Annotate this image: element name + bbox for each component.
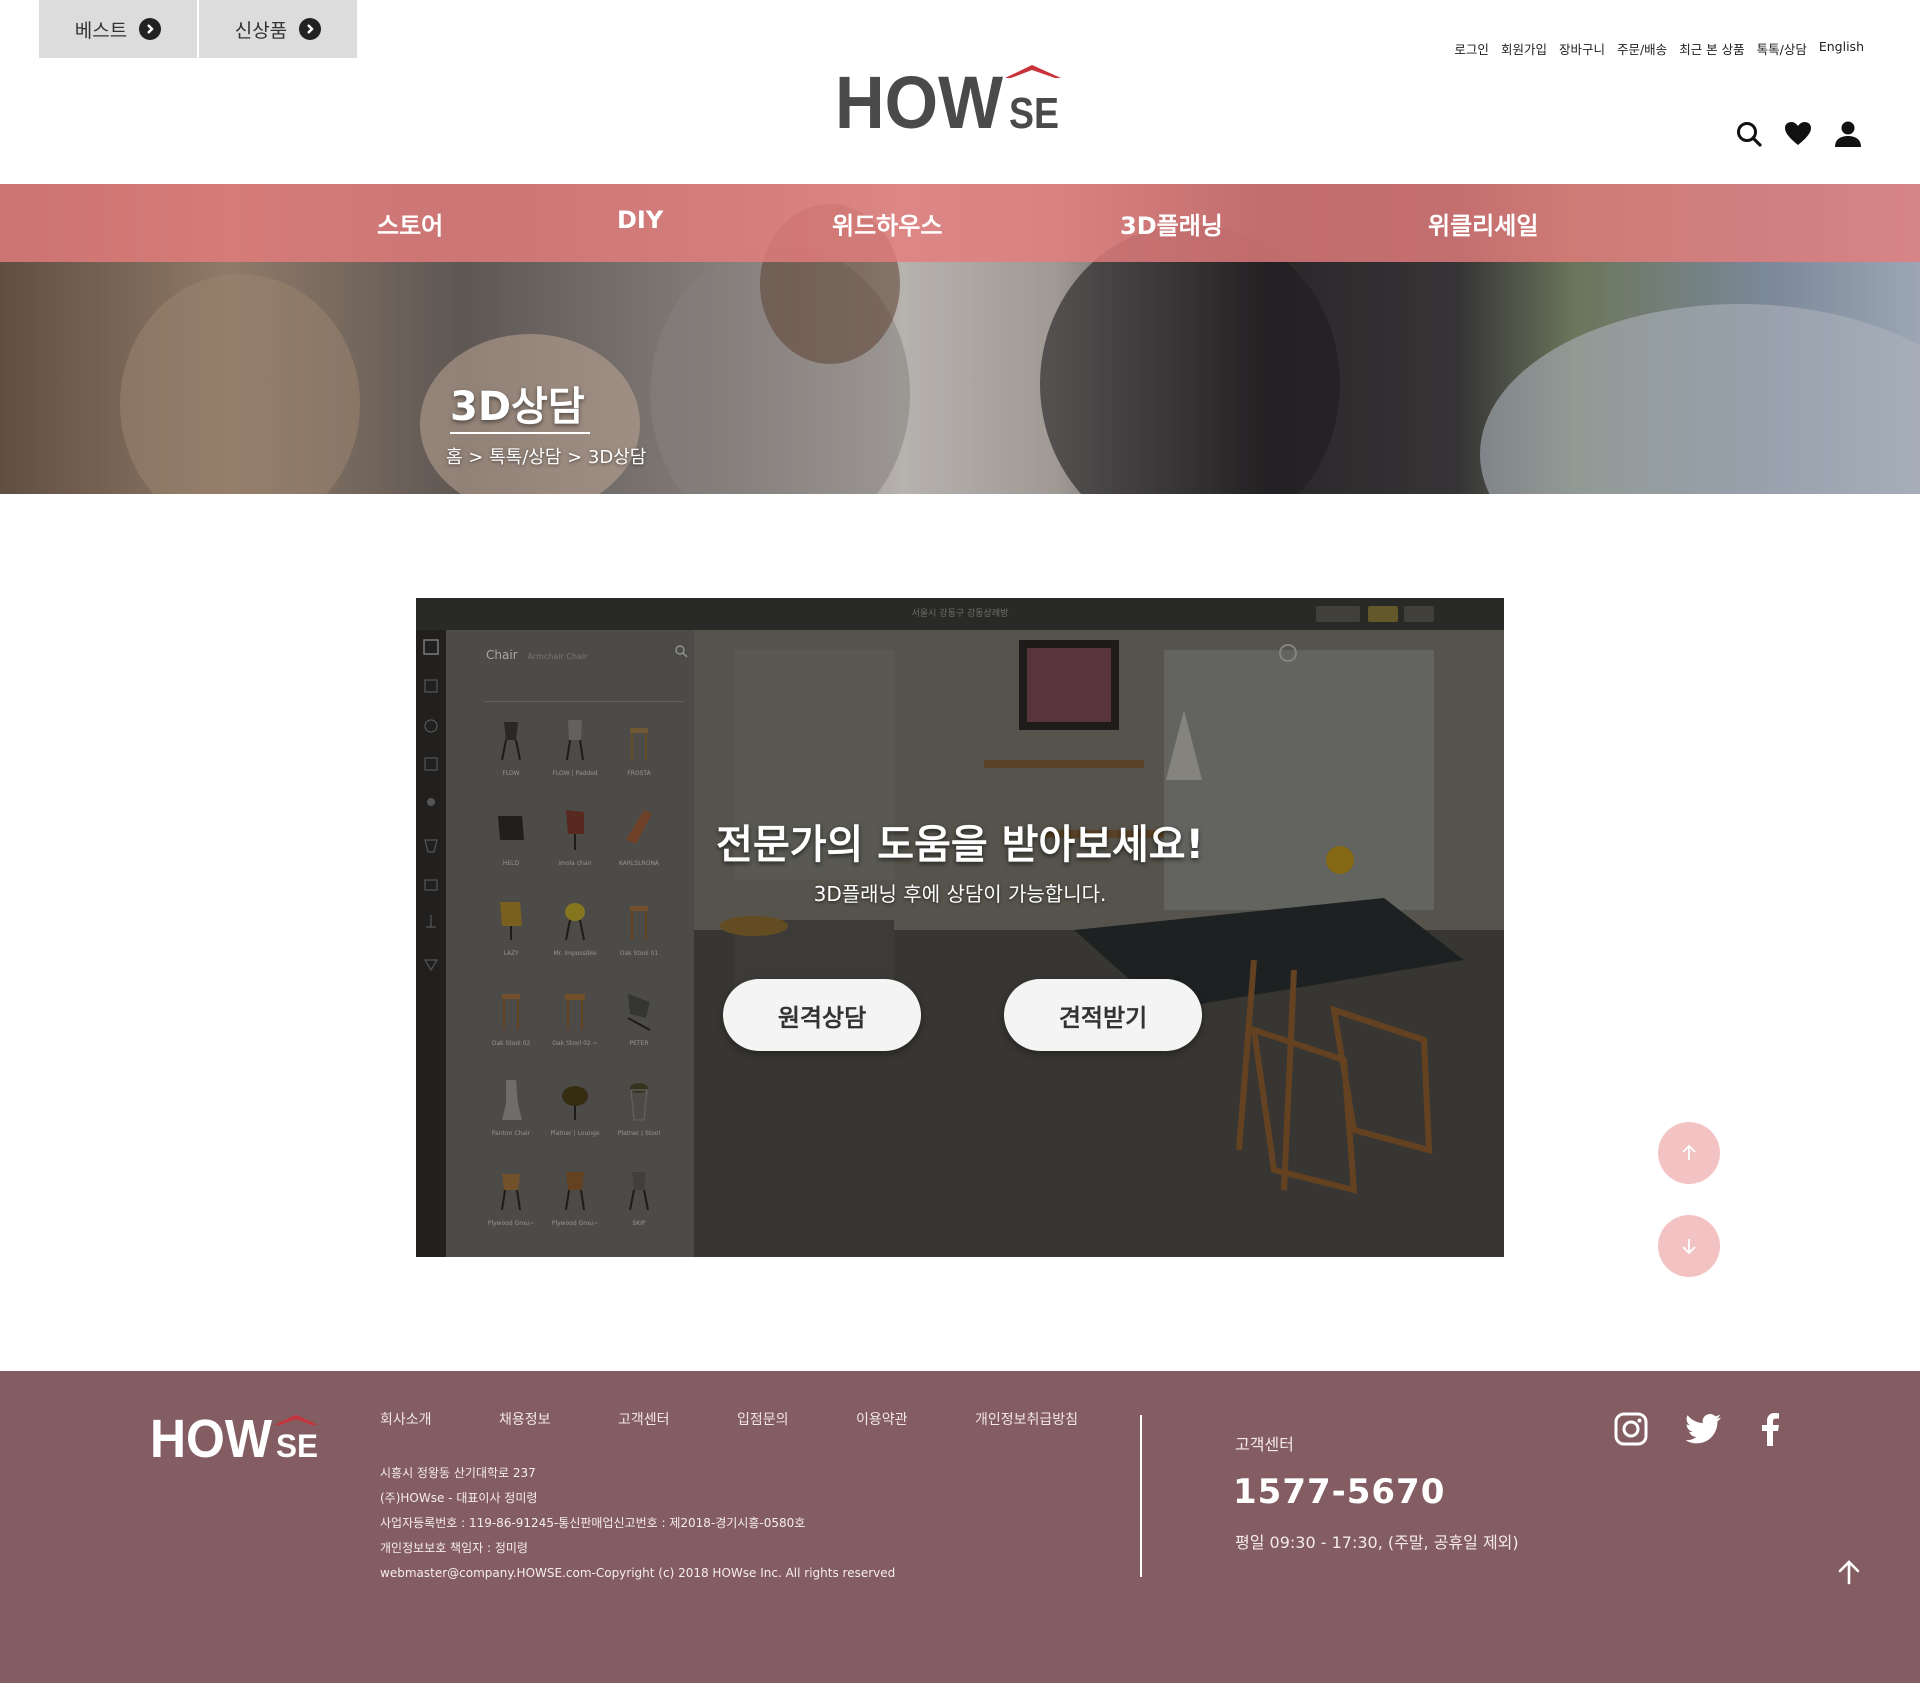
company-info: 시흥시 정왕동 산기대학로 237 (주)HOWse - 대표이사 정미령 사업… — [380, 1461, 895, 1586]
svg-text:HOW: HOW — [835, 61, 1003, 135]
back-to-top-button[interactable] — [1832, 1555, 1866, 1589]
chevron-right-icon — [299, 18, 322, 40]
nav-item-weekly-sale[interactable]: 위클리세일 — [1428, 206, 1538, 241]
copyright: webmaster@company.HOWSE.com-Copyright (c… — [380, 1566, 896, 1580]
footer-logo[interactable]: HOW SE — [150, 1407, 322, 1469]
nav-item-withhouse[interactable]: 위드하우스 — [832, 206, 942, 241]
site-header: 베스트 신상품 HOW SE 로그인 회원가입 장바구니 주문/배송 최근 본 … — [0, 0, 1920, 184]
get-quote-button[interactable]: 견적받기 — [1004, 979, 1202, 1051]
page-title: 3D상담 — [450, 384, 585, 430]
utility-links: 로그인 회원가입 장바구니 주문/배송 최근 본 상품 톡톡/상담 Englis… — [1454, 39, 1864, 58]
customer-center-label: 고객센터 — [1235, 1435, 1294, 1454]
privacy-officer: 개인정보보호 책임자 : 정미령 — [380, 1541, 528, 1555]
quick-tab-best[interactable]: 베스트 — [39, 0, 197, 58]
breadcrumb: 홈 > 톡톡/상담 > 3D상담 — [446, 447, 647, 468]
nav-item-diy[interactable]: DIY — [617, 206, 663, 234]
footer-link-terms[interactable]: 이용약관 — [856, 1409, 975, 1429]
quick-tab-label: 베스트 — [74, 19, 128, 42]
svg-text:SE: SE — [276, 1428, 318, 1461]
quick-tab-label: 신상품 — [234, 19, 288, 42]
page-hero: 스토어 DIY 위드하우스 3D플래닝 위클리세일 3D상담 홈 > 톡톡/상담… — [0, 184, 1920, 494]
svg-text:SE: SE — [1009, 89, 1059, 135]
talk-consult-link[interactable]: 톡톡/상담 — [1757, 39, 1807, 58]
footer-link-company[interactable]: 회사소개 — [380, 1409, 499, 1429]
consult-subtext: 3D플래닝 후에 상담이 가능합니다. — [813, 882, 1107, 906]
scroll-down-button[interactable] — [1658, 1215, 1720, 1277]
login-link[interactable]: 로그인 — [1454, 39, 1489, 58]
arrow-up-icon — [1682, 1144, 1696, 1160]
signup-link[interactable]: 회원가입 — [1501, 39, 1547, 58]
consult-panel: 서울시 강동구 강동상례방 Chair Armchair Chair FLOW — [416, 598, 1504, 1257]
user-icon[interactable] — [1832, 118, 1864, 150]
footer-link-careers[interactable]: 채용정보 — [499, 1409, 618, 1429]
twitter-icon[interactable] — [1686, 1411, 1722, 1447]
panel-dim-overlay — [416, 598, 1504, 1257]
arrow-up-icon — [1838, 1560, 1860, 1585]
arrow-down-icon — [1682, 1239, 1696, 1255]
footer-nav: 회사소개 채용정보 고객센터 입점문의 이용약관 개인정보취급방침 — [380, 1409, 1078, 1429]
customer-center-phone: 1577-5670 — [1233, 1472, 1446, 1512]
site-footer: HOW SE 회사소개 채용정보 고객센터 입점문의 이용약관 개인정보취급방침… — [0, 1371, 1920, 1683]
scroll-up-button[interactable] — [1658, 1122, 1720, 1184]
business-registration: 사업자등록번호 : 119-86-91245-통신판매업신고번호 : 제2018… — [380, 1516, 806, 1530]
nav-item-3d-planning[interactable]: 3D플래닝 — [1120, 206, 1223, 241]
company-ceo: (주)HOWse - 대표이사 정미령 — [380, 1491, 538, 1505]
search-icon[interactable] — [1733, 118, 1765, 150]
quick-tab-new[interactable]: 신상품 — [199, 0, 357, 58]
customer-center-hours: 평일 09:30 - 17:30, (주말, 공휴일 제외) — [1235, 1533, 1519, 1552]
cart-link[interactable]: 장바구니 — [1559, 39, 1605, 58]
consult-headline: 전문가의 도움을 받아보세요! — [716, 822, 1204, 868]
heart-icon[interactable] — [1782, 118, 1814, 150]
site-logo[interactable]: HOW SE — [835, 60, 1075, 144]
chevron-right-icon — [139, 18, 162, 40]
remote-consult-button[interactable]: 원격상담 — [723, 979, 921, 1051]
facebook-icon[interactable] — [1752, 1411, 1788, 1447]
footer-link-privacy[interactable]: 개인정보취급방침 — [975, 1409, 1078, 1429]
title-underline — [450, 432, 590, 434]
nav-item-store[interactable]: 스토어 — [377, 206, 443, 241]
company-address: 시흥시 정왕동 산기대학로 237 — [380, 1466, 536, 1480]
main-nav: 스토어 DIY 위드하우스 3D플래닝 위클리세일 — [0, 184, 1920, 262]
instagram-icon[interactable] — [1613, 1411, 1649, 1447]
footer-link-partnership[interactable]: 입점문의 — [737, 1409, 856, 1429]
recent-products-link[interactable]: 최근 본 상품 — [1679, 39, 1744, 58]
orders-link[interactable]: 주문/배송 — [1617, 39, 1667, 58]
footer-link-customer-center[interactable]: 고객센터 — [618, 1409, 737, 1429]
svg-text:HOW: HOW — [150, 1409, 272, 1461]
english-link[interactable]: English — [1819, 39, 1864, 58]
footer-divider — [1140, 1415, 1142, 1577]
